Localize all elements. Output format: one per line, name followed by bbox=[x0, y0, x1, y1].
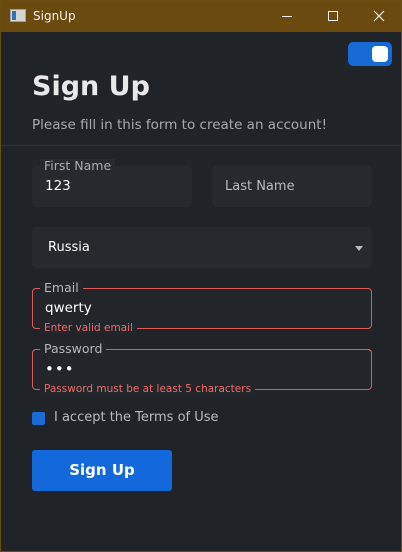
signup-window: SignUp Sign Up Please fill in this form … bbox=[0, 0, 402, 552]
theme-toggle[interactable] bbox=[348, 42, 392, 66]
email-error: Enter valid email bbox=[40, 322, 137, 334]
last-name-placeholder: Last Name bbox=[225, 179, 295, 194]
toggle-knob bbox=[372, 46, 388, 62]
password-field[interactable]: Password ••• Password must be at least 5… bbox=[32, 342, 372, 395]
header-divider bbox=[1, 145, 401, 146]
country-selected: Russia bbox=[48, 240, 90, 255]
password-error: Password must be at least 5 characters bbox=[40, 383, 256, 395]
maximize-button[interactable] bbox=[310, 1, 356, 32]
first-name-label: First Name bbox=[40, 159, 116, 173]
email-field[interactable]: Email qwerty Enter valid email bbox=[32, 281, 372, 334]
chevron-down-icon bbox=[355, 246, 363, 251]
email-value: qwerty bbox=[45, 300, 92, 316]
title-bar[interactable]: SignUp bbox=[1, 1, 401, 32]
terms-checkbox[interactable] bbox=[32, 412, 45, 425]
maximize-icon bbox=[328, 11, 338, 21]
page-subtitle: Please fill in this form to create an ac… bbox=[32, 117, 327, 133]
email-label: Email bbox=[40, 281, 83, 295]
password-label: Password bbox=[40, 342, 107, 356]
first-name-field[interactable]: First Name 123 bbox=[32, 159, 192, 207]
window-title: SignUp bbox=[33, 9, 76, 23]
close-button[interactable] bbox=[356, 1, 402, 32]
close-icon bbox=[373, 10, 385, 22]
sign-up-button[interactable]: Sign Up bbox=[32, 450, 172, 491]
page-title: Sign Up bbox=[32, 71, 150, 102]
password-value: ••• bbox=[45, 360, 75, 378]
last-name-field[interactable]: Last Name bbox=[212, 166, 372, 207]
minimize-button[interactable] bbox=[264, 1, 310, 32]
first-name-value: 123 bbox=[45, 178, 71, 194]
minimize-icon bbox=[282, 16, 292, 17]
country-select[interactable]: Russia bbox=[32, 227, 372, 268]
app-icon bbox=[10, 9, 26, 22]
terms-label: I accept the Terms of Use bbox=[54, 410, 219, 425]
